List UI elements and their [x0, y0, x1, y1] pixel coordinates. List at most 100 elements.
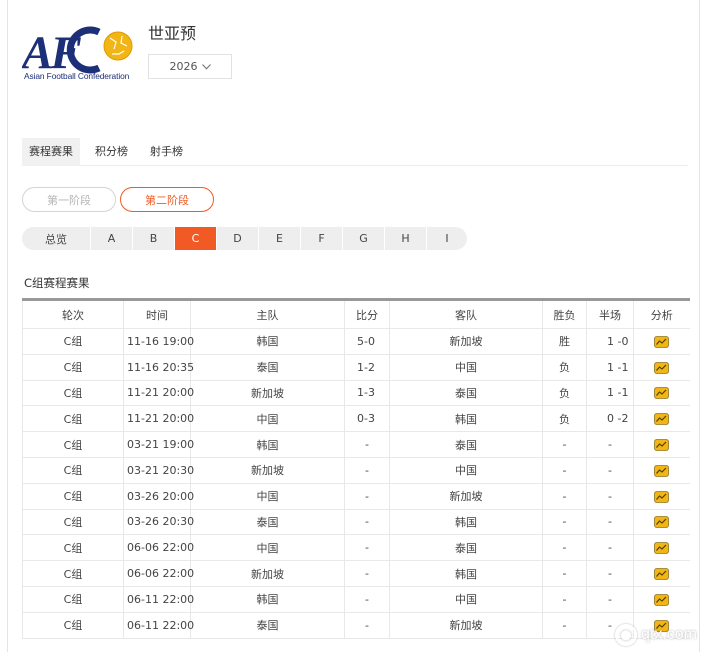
- cell-time: 06-11 22:00: [123, 612, 194, 639]
- stage-second-button[interactable]: 第二阶段: [120, 187, 214, 212]
- cell-score: -: [344, 586, 390, 613]
- analysis-cell[interactable]: [633, 560, 690, 587]
- cell-score: -: [344, 431, 390, 458]
- cell-round: C组: [22, 612, 124, 639]
- cell-result: -: [542, 457, 587, 484]
- chart-analysis-icon[interactable]: [654, 439, 670, 451]
- cell-round: C组: [22, 354, 124, 381]
- cell-away-team: 泰国: [389, 380, 543, 407]
- group-tabs: 总览 A B C D E F G H I: [22, 227, 467, 250]
- analysis-cell[interactable]: [633, 380, 690, 407]
- chart-analysis-icon[interactable]: [654, 413, 670, 426]
- table-row: C组 11-16 19:00 韩国 5-0 新加坡胜 1 -0: [22, 328, 690, 355]
- cell-away-team: 新加坡: [389, 612, 543, 639]
- main-tabs: 赛程赛果 积分榜 射手榜: [22, 138, 688, 166]
- cell-time: 06-06 22:00: [123, 534, 194, 562]
- cell-away-team: 韩国: [389, 560, 543, 587]
- cell-round: C组: [22, 380, 124, 407]
- table-row: C组 06-06 22:00 新加坡 - 韩国 - -: [22, 560, 690, 587]
- cell-time: 11-16 19:00: [123, 328, 194, 355]
- analysis-cell[interactable]: [633, 586, 690, 613]
- group-tab-b[interactable]: B: [133, 227, 175, 250]
- cell-round: C组: [22, 431, 124, 458]
- chart-analysis-icon[interactable]: [654, 465, 670, 477]
- cell-home-team: 新加坡: [190, 380, 345, 407]
- cell-away-team: 中国: [389, 457, 543, 484]
- table-row: C组 11-21 20:00 中国 0-3 韩国负 0 -2: [22, 405, 690, 433]
- cell-half-score: -: [586, 483, 634, 510]
- chart-analysis-icon[interactable]: [654, 594, 670, 606]
- cell-score: -: [344, 509, 390, 536]
- analysis-cell[interactable]: [633, 534, 690, 562]
- cell-round: C组: [22, 405, 124, 433]
- chart-analysis-icon[interactable]: [654, 336, 670, 348]
- chart-analysis-icon[interactable]: [654, 387, 670, 400]
- cell-score: 1-2: [344, 354, 390, 381]
- cell-result: 负: [542, 354, 587, 381]
- header-result: 胜负: [542, 298, 587, 329]
- header-score: 比分: [344, 298, 390, 329]
- cell-away-team: 韩国: [389, 509, 543, 536]
- cell-half-score: -: [586, 534, 634, 562]
- cell-result: -: [542, 534, 587, 562]
- cell-away-team: 中国: [389, 586, 543, 613]
- group-tab-e[interactable]: E: [259, 227, 301, 250]
- cell-home-team: 韩国: [190, 431, 345, 458]
- cell-round: C组: [22, 509, 124, 536]
- chart-analysis-icon[interactable]: [654, 568, 670, 580]
- tab-standings[interactable]: 积分榜: [88, 138, 135, 166]
- cell-time: 03-26 20:30: [123, 509, 194, 536]
- cell-home-team: 中国: [190, 483, 345, 510]
- group-tab-d[interactable]: D: [217, 227, 259, 250]
- header-away: 客队: [389, 298, 543, 329]
- group-tab-i[interactable]: I: [427, 227, 467, 250]
- season-select[interactable]: 2026: [148, 54, 232, 79]
- cell-half-score: -: [586, 509, 634, 536]
- chart-analysis-icon[interactable]: [654, 490, 670, 503]
- cell-round: C组: [22, 534, 124, 562]
- cell-away-team: 新加坡: [389, 483, 543, 510]
- cell-half-score: 1 -1: [586, 380, 634, 407]
- cell-home-team: 中国: [190, 534, 345, 562]
- group-tab-f[interactable]: F: [301, 227, 343, 250]
- chart-analysis-icon[interactable]: [654, 361, 670, 374]
- analysis-cell[interactable]: [633, 457, 690, 484]
- watermark-logo-icon: ⬤: [614, 624, 637, 646]
- header-home: 主队: [190, 298, 345, 329]
- cell-home-team: 韩国: [190, 586, 345, 613]
- cell-away-team: 韩国: [389, 405, 543, 433]
- cell-away-team: 泰国: [389, 431, 543, 458]
- analysis-cell[interactable]: [633, 509, 690, 536]
- cell-result: -: [542, 612, 587, 639]
- analysis-cell[interactable]: [633, 483, 690, 510]
- cell-home-team: 泰国: [190, 354, 345, 381]
- table-row: C组 03-21 19:00 韩国 - 泰国 - -: [22, 431, 690, 458]
- analysis-cell[interactable]: [633, 354, 690, 381]
- chart-analysis-icon[interactable]: [654, 516, 670, 529]
- group-tab-overview[interactable]: 总览: [22, 227, 91, 250]
- cell-round: C组: [22, 560, 124, 587]
- cell-half-score: 1 -0: [586, 328, 634, 355]
- cell-result: -: [542, 509, 587, 536]
- cell-score: -: [344, 560, 390, 587]
- analysis-cell[interactable]: [633, 328, 690, 355]
- tab-top-scorers[interactable]: 射手榜: [143, 138, 190, 166]
- analysis-cell[interactable]: [633, 405, 690, 433]
- cell-score: 1-3: [344, 380, 390, 407]
- stage-first-button[interactable]: 第一阶段: [22, 187, 116, 212]
- group-tab-h[interactable]: H: [385, 227, 427, 250]
- analysis-cell[interactable]: [633, 431, 690, 458]
- cell-result: -: [542, 431, 587, 458]
- table-row: C组 06-11 22:00 韩国 - 中国 - -: [22, 586, 690, 613]
- cell-half-score: -: [586, 431, 634, 458]
- group-tab-a[interactable]: A: [91, 227, 133, 250]
- cell-result: 胜: [542, 328, 587, 355]
- cell-home-team: 泰国: [190, 612, 345, 639]
- group-tab-g[interactable]: G: [343, 227, 385, 250]
- tab-schedule-results[interactable]: 赛程赛果: [22, 138, 80, 166]
- cell-result: -: [542, 560, 587, 587]
- chart-analysis-icon[interactable]: [654, 542, 670, 555]
- cell-time: 03-26 20:00: [123, 483, 194, 510]
- cell-score: -: [344, 457, 390, 484]
- group-tab-c[interactable]: C: [175, 227, 217, 250]
